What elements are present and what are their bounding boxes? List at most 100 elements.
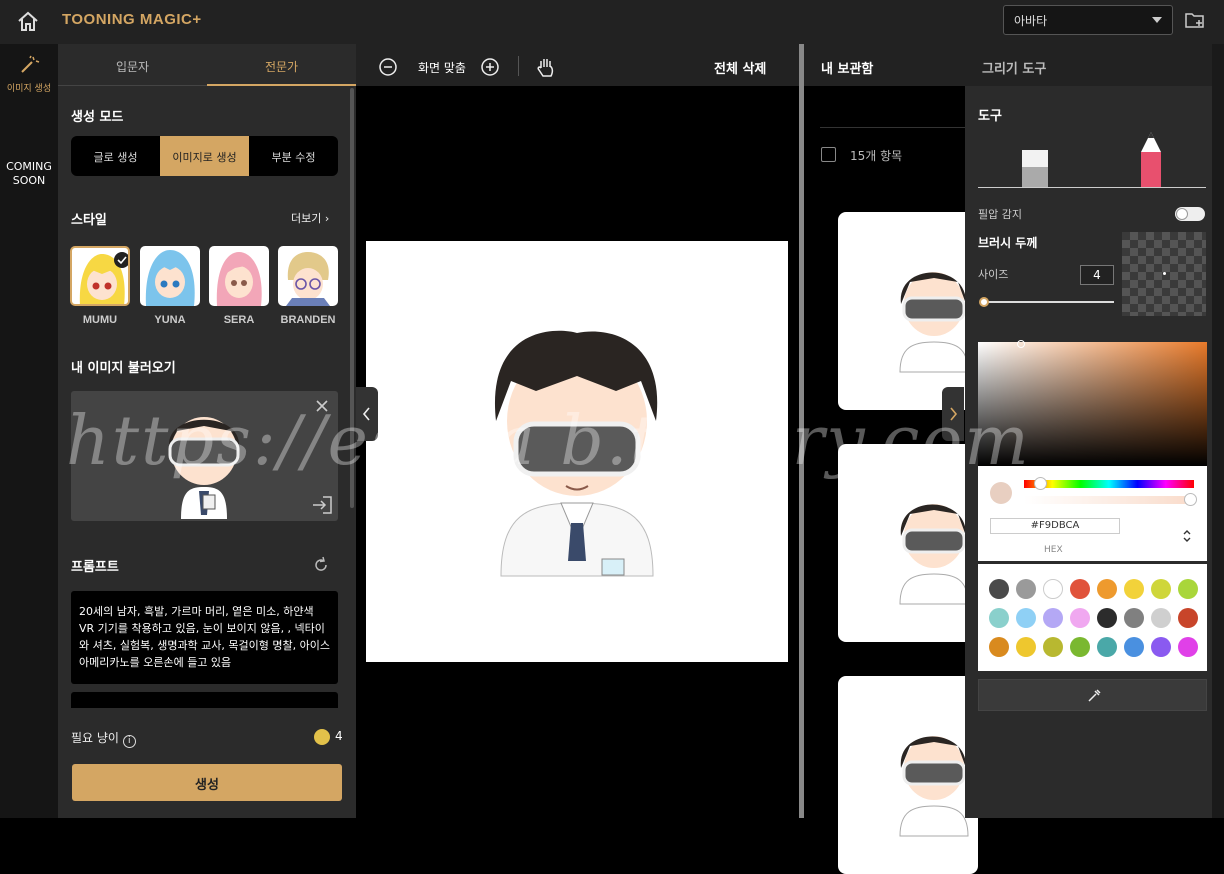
chevron-down-icon	[1152, 17, 1162, 23]
hue-slider[interactable]	[1024, 477, 1194, 490]
import-icon[interactable]	[311, 495, 333, 515]
select-all-checkbox[interactable]	[821, 147, 836, 162]
color-swatch[interactable]	[1124, 608, 1144, 628]
new-folder-icon[interactable]	[1184, 10, 1206, 30]
style-name-mumu: MUMU	[82, 314, 118, 326]
hand-icon[interactable]	[536, 56, 556, 78]
sera-avatar	[209, 246, 269, 306]
project-select[interactable]: 아바타	[1003, 5, 1173, 35]
color-swatch[interactable]	[1070, 579, 1090, 599]
color-swatch[interactable]	[1016, 579, 1036, 599]
style-mumu[interactable]	[70, 246, 130, 306]
pressure-label: 필압 감지	[978, 208, 1022, 221]
current-color-swatch	[990, 482, 1012, 504]
cost-label-wrap: 필요 냥이 i	[71, 729, 136, 748]
canvas-toolbar: 화면 맞춤 전체 삭제	[356, 44, 800, 86]
style-branden[interactable]	[278, 246, 338, 306]
eyedropper-icon	[1088, 689, 1101, 702]
tab-library[interactable]: 내 보관함	[821, 58, 873, 77]
prompt-textarea[interactable]: 20세의 남자, 흑발, 가르마 머리, 옅은 미소, 하얀색 VR 기기를 착…	[71, 591, 338, 684]
style-sera[interactable]	[209, 246, 269, 306]
color-swatch[interactable]	[1178, 637, 1198, 657]
color-swatch[interactable]	[1016, 637, 1036, 657]
eraser-icon[interactable]	[1020, 130, 1052, 188]
mode-title: 생성 모드	[71, 110, 124, 125]
info-icon[interactable]: i	[122, 735, 136, 748]
cost-label: 필요 냥이	[71, 731, 119, 745]
pencil-icon[interactable]	[1138, 130, 1164, 188]
cost-bar: 필요 냥이 i 4 생성	[58, 708, 356, 818]
zoom-in-icon[interactable]	[481, 58, 499, 76]
color-swatch[interactable]	[1151, 637, 1171, 657]
branden-avatar	[278, 246, 338, 306]
color-swatch[interactable]	[1124, 579, 1144, 599]
color-swatch[interactable]	[1178, 579, 1198, 599]
eyedropper-button[interactable]	[978, 679, 1207, 711]
refresh-icon[interactable]	[312, 556, 330, 574]
app-logo: TOONING MAGIC+	[62, 11, 202, 28]
style-title: 스타일	[71, 213, 107, 228]
style-name-yuna: YUNA	[154, 314, 186, 326]
rail-item-label: 이미지 생성	[6, 84, 52, 94]
color-swatch[interactable]	[1070, 608, 1090, 628]
tab-beginner[interactable]: 입문자	[58, 44, 207, 86]
level-tabs: 입문자 전문가	[58, 44, 356, 86]
brush-preview	[1122, 232, 1206, 316]
color-swatch[interactable]	[1043, 608, 1063, 628]
top-bar: TOONING MAGIC+ 아바타	[0, 0, 1224, 44]
coming-soon-label: COMING SOON	[6, 160, 52, 187]
style-name-sera: SERA	[223, 314, 255, 326]
toolbar-divider	[518, 56, 519, 76]
library-scrollbar[interactable]	[1218, 44, 1224, 818]
alpha-slider[interactable]	[1024, 493, 1197, 506]
color-swatch[interactable]	[1097, 579, 1117, 599]
tab-draw-tool[interactable]: 그리기 도구	[982, 58, 1046, 77]
generate-button[interactable]: 생성	[72, 764, 342, 801]
mode-image[interactable]: 이미지로 생성	[160, 136, 249, 176]
card-image	[899, 736, 969, 837]
prompt-title: 프롬프트	[71, 560, 119, 575]
magic-wand-icon	[21, 55, 40, 73]
fit-screen-button[interactable]: 화면 맞춤	[418, 59, 466, 76]
brush-title: 브러시 두께	[978, 236, 1038, 250]
color-swatch[interactable]	[1016, 608, 1036, 628]
home-icon[interactable]	[16, 10, 40, 32]
color-swatch[interactable]	[1124, 637, 1144, 657]
color-swatch[interactable]	[1151, 608, 1171, 628]
more-link[interactable]: 더보기 ›	[291, 210, 329, 226]
zoom-out-icon[interactable]	[379, 58, 397, 76]
color-swatch[interactable]	[1151, 579, 1171, 599]
format-toggle-icon[interactable]	[1181, 528, 1193, 544]
mode-text[interactable]: 글로 생성	[71, 136, 160, 176]
rail-item-image-gen[interactable]: 이미지 생성	[0, 54, 58, 94]
color-swatch[interactable]	[1097, 608, 1117, 628]
color-swatch[interactable]	[1043, 637, 1063, 657]
pressure-toggle[interactable]	[1175, 207, 1205, 221]
color-swatch[interactable]	[1097, 637, 1117, 657]
library-tabs: 내 보관함 그리기 도구	[804, 44, 1224, 86]
tool-title: 도구	[978, 109, 1002, 124]
slider-handle[interactable]	[979, 297, 989, 307]
color-swatch[interactable]	[989, 608, 1009, 628]
library-card[interactable]	[838, 676, 978, 874]
style-yuna[interactable]	[140, 246, 200, 306]
color-swatch[interactable]	[1070, 637, 1090, 657]
clear-all-button[interactable]: 전체 삭제	[714, 58, 766, 77]
item-count: 15개 항목	[850, 149, 903, 163]
mumu-avatar	[72, 248, 128, 304]
color-swatch[interactable]	[989, 579, 1009, 599]
swatch-grid	[978, 564, 1207, 671]
color-swatch[interactable]	[1178, 608, 1198, 628]
tab-expert[interactable]: 전문가	[207, 44, 356, 86]
color-swatch[interactable]	[1043, 579, 1063, 599]
size-slider[interactable]	[979, 297, 1114, 307]
library-card[interactable]	[838, 212, 978, 410]
mode-partial[interactable]: 부분 수정	[249, 136, 338, 176]
project-select-value: 아바타	[1014, 14, 1048, 28]
size-input[interactable]: 4	[1080, 265, 1114, 285]
color-swatch[interactable]	[989, 637, 1009, 657]
cost-value: 4	[335, 729, 343, 743]
card-image	[899, 272, 969, 373]
tool-scrollbar[interactable]	[1212, 44, 1218, 818]
hex-input[interactable]: #F9DBCA	[990, 518, 1120, 534]
